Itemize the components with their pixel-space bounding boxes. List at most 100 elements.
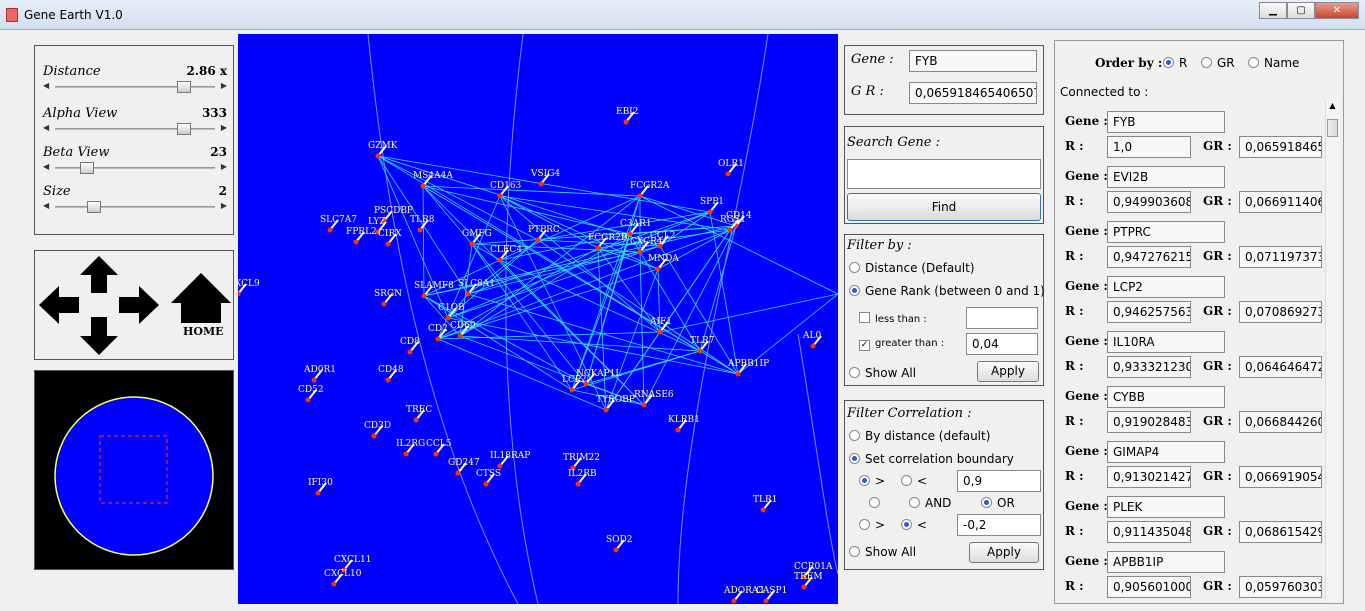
arrow-down-icon[interactable]: [80, 317, 118, 355]
connected-gene-item[interactable]: Gene :PTPRC R : 0,94727621501 GR : 0,0711973…: [1059, 221, 1324, 276]
greater-than-input[interactable]: 0,04: [966, 333, 1038, 355]
beta-view-slider[interactable]: ◀ ▶: [43, 162, 227, 174]
gene-node[interactable]: CD48: [378, 365, 404, 383]
gene-node[interactable]: TLR1: [753, 495, 777, 513]
radio-corr-show-all[interactable]: [849, 546, 860, 557]
list-scrollbar[interactable]: ▲: [1325, 101, 1339, 601]
connected-gene-gr[interactable]: 0,06691905496: [1239, 466, 1322, 488]
gene-node[interactable]: TREM: [794, 572, 823, 590]
slider-left-arrow-icon[interactable]: ◀: [43, 123, 49, 132]
gene-node[interactable]: CTSS: [476, 469, 501, 487]
radio-and[interactable]: [909, 497, 920, 508]
gene-node[interactable]: OLR1: [718, 159, 744, 177]
connected-gene-name[interactable]: IL10RA: [1107, 331, 1225, 353]
connected-gene-r[interactable]: 0,91902848365: [1107, 411, 1191, 433]
gene-node[interactable]: IL2RB: [568, 469, 597, 487]
maximize-icon[interactable]: ▢: [1287, 2, 1315, 19]
gene-node[interactable]: RGS1: [720, 215, 746, 233]
connected-gene-name[interactable]: APBB1IP: [1107, 551, 1225, 573]
slider-right-arrow-icon[interactable]: ▶: [221, 201, 227, 210]
gene-node[interactable]: EBI2: [616, 107, 638, 125]
gene-network-view[interactable]: GZMK MS4A4A CD163 VSIG4 EBI2 OLR1 FCGR2A SPP1 CD…: [238, 34, 838, 604]
filter-apply-button[interactable]: Apply: [977, 361, 1039, 382]
gr-field[interactable]: 0,065918465406507: [909, 82, 1037, 104]
connected-gene-name[interactable]: GIMAP4: [1107, 441, 1225, 463]
slider-left-arrow-icon[interactable]: ◀: [43, 162, 49, 171]
connected-gene-gr[interactable]: 0,06691140613: [1239, 191, 1322, 213]
radio-distance[interactable]: [849, 262, 860, 273]
distance-slider-thumb[interactable]: [177, 81, 191, 93]
alpha-slider-thumb[interactable]: [177, 123, 191, 135]
slider-right-arrow-icon[interactable]: ▶: [221, 162, 227, 171]
connected-gene-r[interactable]: 0,91302142783: [1107, 466, 1191, 488]
gene-node[interactable]: MNDA: [648, 254, 679, 272]
connected-gene-name[interactable]: CYBB: [1107, 386, 1225, 408]
slider-left-arrow-icon[interactable]: ◀: [43, 81, 49, 90]
radio-by-distance[interactable]: [849, 430, 860, 441]
gene-node[interactable]: RNASE6: [634, 390, 674, 408]
arrow-right-icon[interactable]: [119, 286, 159, 324]
gene-node[interactable]: CD8: [400, 337, 420, 355]
gene-node[interactable]: C1QB: [438, 303, 465, 321]
gene-node[interactable]: CCL5: [426, 439, 452, 457]
gene-node[interactable]: CASP1: [756, 586, 787, 604]
radio-show-all[interactable]: [849, 367, 860, 378]
connected-gene-item[interactable]: Gene :FYB R : 1,0 GR : 0,06591846540: [1059, 111, 1324, 166]
alpha-view-slider[interactable]: ◀ ▶: [43, 123, 227, 135]
gene-node[interactable]: CXCL9: [238, 279, 260, 297]
corr-show-all-option[interactable]: Show All: [849, 545, 916, 559]
connected-gene-item[interactable]: Gene :IL10RA R : 0,93332123064 GR : 0,064646…: [1059, 331, 1324, 386]
gene-node[interactable]: AD0R1: [303, 365, 336, 383]
connected-gene-r[interactable]: 0,90560100019: [1107, 576, 1191, 598]
gene-node[interactable]: APBB1IP: [727, 359, 769, 377]
find-button[interactable]: Find: [847, 193, 1041, 221]
connected-gene-name[interactable]: PLEK: [1107, 496, 1225, 518]
or-option[interactable]: OR: [981, 496, 1015, 510]
radio-lower-lt[interactable]: [901, 519, 912, 530]
connected-gene-gr[interactable]: 0,07119737362: [1239, 246, 1322, 268]
globe-minimap[interactable]: [34, 370, 234, 570]
gene-node[interactable]: CD52: [298, 385, 324, 403]
gene-node[interactable]: IFI30: [308, 478, 333, 496]
beta-slider-thumb[interactable]: [79, 162, 94, 174]
gene-node[interactable]: TYROBP: [596, 395, 635, 413]
order-name-option[interactable]: Name: [1248, 56, 1299, 70]
gene-node[interactable]: SPP1: [700, 197, 724, 215]
order-gr-option[interactable]: GR: [1201, 56, 1235, 70]
radio-boundary[interactable]: [849, 453, 860, 464]
radio-order-r[interactable]: [1163, 57, 1174, 68]
gene-node[interactable]: CD3D: [364, 421, 391, 439]
arrow-left-icon[interactable]: [39, 286, 79, 324]
close-icon[interactable]: ✕: [1315, 2, 1359, 19]
slider-right-arrow-icon[interactable]: ▶: [221, 123, 227, 132]
connected-gene-name[interactable]: LCP2: [1107, 276, 1225, 298]
upper-gt-option[interactable]: >: [859, 474, 885, 488]
connected-gene-r[interactable]: 0,94727621501: [1107, 246, 1191, 268]
and-option-2[interactable]: AND: [909, 496, 951, 510]
less-than-input[interactable]: [966, 307, 1038, 329]
gene-node[interactable]: AL0: [802, 331, 822, 349]
connected-gene-r[interactable]: 0,93332123064: [1107, 356, 1191, 378]
less-than-option[interactable]: less than :: [859, 312, 927, 325]
radio-upper-lt[interactable]: [901, 475, 912, 486]
gene-node[interactable]: TLR8: [410, 215, 435, 233]
lower-lt-option[interactable]: <: [901, 518, 927, 532]
gene-node[interactable]: SLAMF8: [414, 281, 454, 299]
connected-gene-item[interactable]: Gene :GIMAP4 R : 0,91302142783 GR : 0,066919…: [1059, 441, 1324, 496]
lower-gt-option[interactable]: >: [859, 518, 885, 532]
less-than-checkbox[interactable]: [859, 312, 870, 323]
lower-bound-input[interactable]: -0,2: [957, 514, 1041, 536]
radio-gene-rank[interactable]: [849, 285, 860, 296]
gene-node[interactable]: IL2RG: [396, 439, 425, 457]
connected-gene-item[interactable]: Gene :CYBB R : 0,91902848365 GR : 0,06684426…: [1059, 386, 1324, 441]
filter-rank-option[interactable]: Gene Rank (between 0 and 1): [849, 284, 1045, 298]
scroll-up-icon[interactable]: ▲: [1326, 101, 1339, 115]
connected-gene-item[interactable]: Gene :LCP2 R : 0,94625756304 GR : 0,07086927…: [1059, 276, 1324, 331]
gene-node[interactable]: MS4A4A: [413, 171, 453, 189]
corr-distance-option[interactable]: By distance (default): [849, 429, 990, 443]
radio-order-name[interactable]: [1248, 57, 1259, 68]
connected-gene-gr[interactable]: 0,07086927313: [1239, 301, 1322, 323]
arrow-up-icon[interactable]: [80, 256, 118, 293]
gene-node[interactable]: KLRB1: [668, 415, 700, 433]
connected-gene-item[interactable]: Gene :APBB1IP R : 0,90560100019 GR : 0,05976…: [1059, 551, 1324, 606]
